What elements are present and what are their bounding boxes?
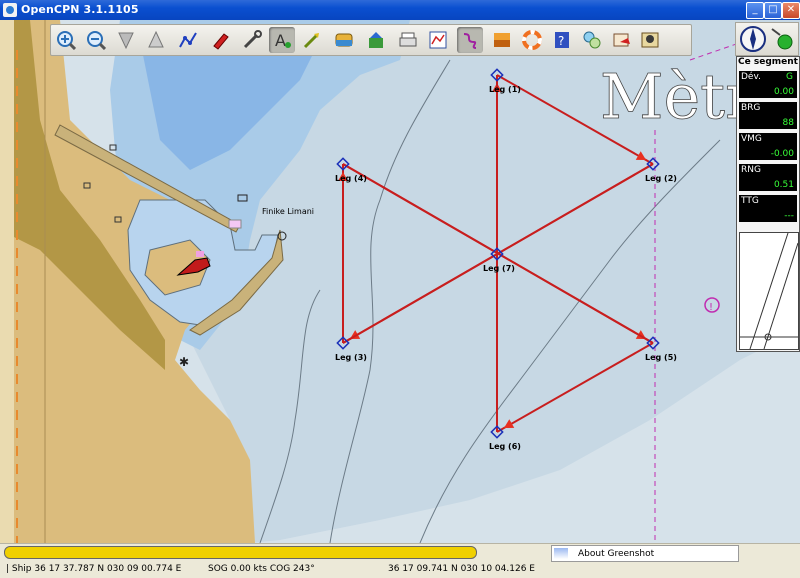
create-route-tool-button[interactable] xyxy=(175,27,201,53)
instrument-value: 0.00 xyxy=(773,87,794,97)
current-icon xyxy=(303,33,319,49)
progress-bar xyxy=(4,546,477,559)
color-scheme-tool-button[interactable] xyxy=(489,27,515,53)
settings-tool-button[interactable] xyxy=(239,27,265,53)
current-tool-button[interactable] xyxy=(299,27,325,53)
caution-mark: ! xyxy=(709,302,713,313)
compass-widget[interactable] xyxy=(735,22,799,56)
ship-position: | Ship 36 17 37.787 N 030 09 00.774 E xyxy=(6,564,182,574)
help-tool-button[interactable]: ? xyxy=(549,27,575,53)
waypoint-label: Leg (2) xyxy=(645,174,677,183)
chart-watermark-text: Mètr xyxy=(600,60,755,133)
plugin-tool-button[interactable] xyxy=(579,27,605,53)
instrument-caption: BRG xyxy=(741,103,761,113)
auto-follow-tool-button[interactable] xyxy=(207,27,233,53)
title-bar: OpenCPN 3.1.1105 _ □ ✕ xyxy=(0,0,800,20)
waypoint-label: Leg (7) xyxy=(483,264,515,273)
zoom-in-tool-button[interactable] xyxy=(53,27,79,53)
place-label: Finike Limani xyxy=(262,207,314,216)
window-title: OpenCPN 3.1.1105 xyxy=(21,3,139,16)
instrument-caption: VMG xyxy=(741,134,762,144)
dashboard-panel: Ce segment Dév. G 0.00 BRG 88 VMG -0.00 RNG 0.51… xyxy=(736,56,800,352)
compass-icon xyxy=(740,26,793,52)
waypoint-label: Leg (1) xyxy=(489,85,521,94)
marina-mark xyxy=(228,219,242,229)
settings-icon xyxy=(243,30,262,49)
instrument-unit: G xyxy=(786,72,793,82)
zoom-out-tool-button[interactable] xyxy=(83,27,109,53)
instrument-caption: RNG xyxy=(741,165,761,175)
track-icon xyxy=(463,33,477,49)
create-route-icon xyxy=(179,32,197,48)
ais-tool-button[interactable] xyxy=(609,27,635,53)
ais-icon xyxy=(613,33,630,47)
instrument-value: 88 xyxy=(782,118,794,128)
chart-quilt-tool-button[interactable] xyxy=(363,27,389,53)
track-tool-button[interactable] xyxy=(457,27,483,53)
instrument-brg: BRG 88 xyxy=(739,102,797,129)
cursor-position: 36 17 09.741 N 030 10 04.126 E xyxy=(388,564,535,574)
mob-icon xyxy=(522,30,542,50)
status-bar: About Greenshot | Ship 36 17 37.787 N 03… xyxy=(0,543,800,578)
zoom-out-icon xyxy=(87,31,106,50)
mob-tool-button[interactable] xyxy=(519,27,545,53)
waypoint-label: Leg (3) xyxy=(335,353,367,362)
instrument-ttg: TTG --- xyxy=(739,195,797,222)
scale-out-icon xyxy=(148,30,164,48)
speed-course: SOG 0.00 kts COG 243° xyxy=(208,564,315,574)
window-icon xyxy=(554,548,568,559)
chart-quilt-icon xyxy=(369,32,383,48)
chart-canvas[interactable]: ✱ Finike Limani ! Mètr Leg (1) Leg (2) Leg… xyxy=(0,20,800,543)
waypoint-label: Leg (5) xyxy=(645,353,677,362)
route-manager-tool-button[interactable] xyxy=(425,27,451,53)
about-icon xyxy=(641,32,659,48)
tides-icon xyxy=(335,33,353,47)
app-icon xyxy=(3,3,17,17)
waypoint-label: Leg (4) xyxy=(335,174,367,183)
svg-text:?: ? xyxy=(558,34,564,48)
rock-mark: ✱ xyxy=(179,355,189,369)
instrument-dv: Dév. G 0.00 xyxy=(739,71,797,98)
scale-in-icon xyxy=(118,32,134,50)
color-scheme-icon xyxy=(494,33,510,47)
minimize-button[interactable]: _ xyxy=(746,2,764,19)
instrument-caption: TTG xyxy=(741,196,759,206)
close-button[interactable]: ✕ xyxy=(782,2,800,19)
dashboard-title: Ce segment xyxy=(738,57,798,67)
maximize-button[interactable]: □ xyxy=(764,2,782,19)
instrument-value: -0.00 xyxy=(770,149,794,159)
notification-popup[interactable]: About Greenshot xyxy=(551,545,739,562)
print-icon xyxy=(399,32,417,47)
svg-text:A: A xyxy=(275,31,286,50)
scale-out-tool-button[interactable] xyxy=(143,27,169,53)
instrument-rng: RNG 0.51 xyxy=(739,164,797,191)
plugin-icon xyxy=(583,31,601,49)
tides-tool-button[interactable] xyxy=(331,27,357,53)
waypoint-label: Leg (6) xyxy=(489,442,521,451)
scale-in-tool-button[interactable] xyxy=(113,27,139,53)
instrument-caption: Dév. xyxy=(741,72,761,82)
auto-follow-icon xyxy=(213,33,229,50)
main-toolbar: A? xyxy=(50,24,692,56)
about-tool-button[interactable] xyxy=(637,27,663,53)
zoom-in-icon xyxy=(57,31,76,50)
text-icon: A xyxy=(275,31,291,50)
land-strip xyxy=(0,20,14,543)
nautical-chart[interactable]: ✱ Finike Limani ! Mètr Leg (1) Leg (2) Leg… xyxy=(0,20,800,543)
instrument-value: 0.51 xyxy=(773,180,794,190)
instrument-value: --- xyxy=(784,211,794,221)
notification-text: About Greenshot xyxy=(578,549,655,559)
gauge-graphic xyxy=(740,232,799,350)
route-manager-icon xyxy=(429,31,447,49)
print-tool-button[interactable] xyxy=(395,27,421,53)
text-tool-button[interactable]: A xyxy=(269,27,295,53)
instrument-graph xyxy=(739,232,799,350)
instrument-vmg: VMG -0.00 xyxy=(739,133,797,160)
help-icon: ? xyxy=(555,32,569,48)
